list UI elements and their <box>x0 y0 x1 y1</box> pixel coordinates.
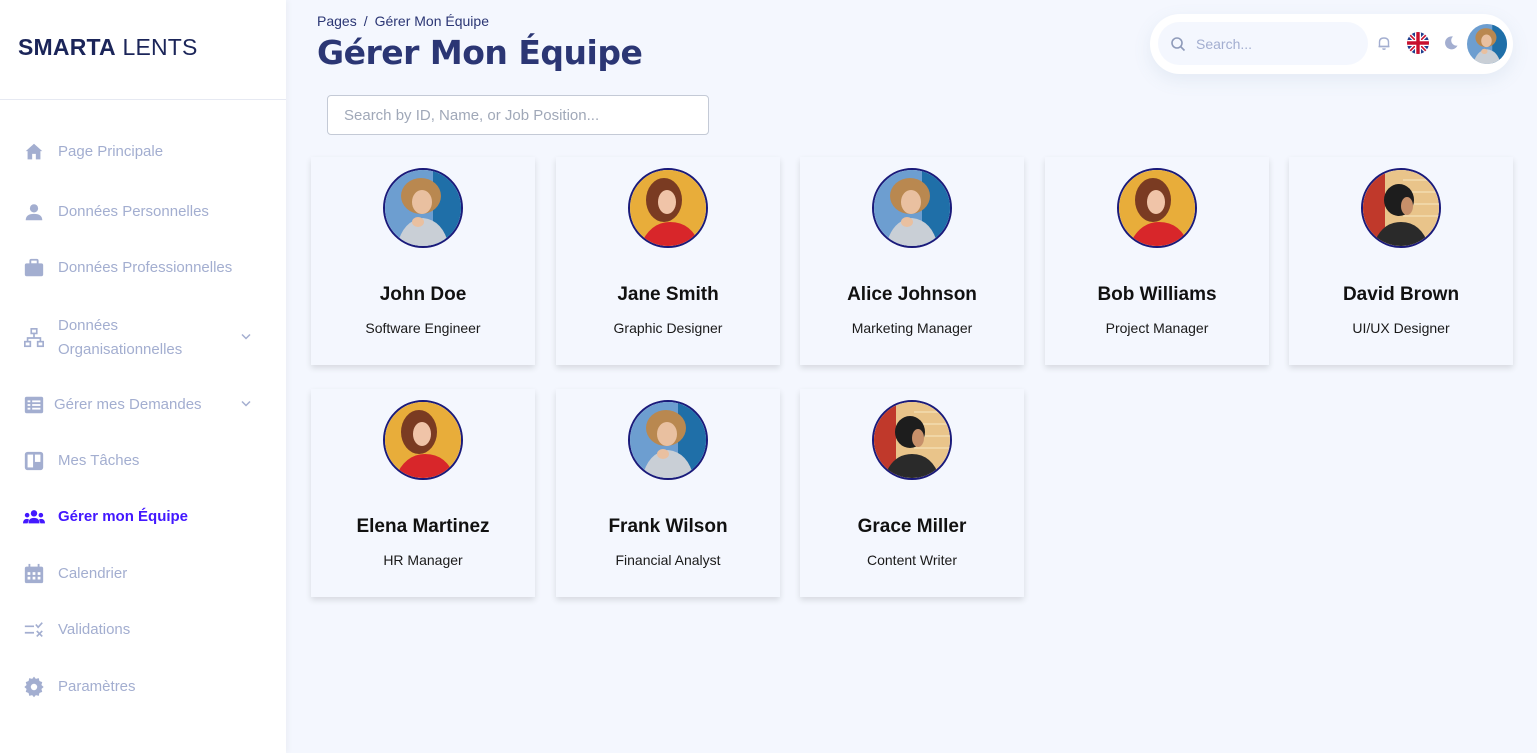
team-search-input[interactable] <box>328 96 708 134</box>
member-role: Software Engineer <box>365 320 481 336</box>
sidebar-item-page-principale[interactable]: Page Principale <box>22 140 272 164</box>
sidebar-item-mes-taches[interactable]: Mes Tâches <box>22 449 272 473</box>
sidebar-item-label: Paramètres <box>58 678 136 695</box>
user-avatar[interactable] <box>1467 24 1507 64</box>
member-name: Jane Smith <box>617 284 719 305</box>
breadcrumb-current: Gérer Mon Équipe <box>374 13 489 29</box>
member-card[interactable]: Elena Martinez HR Manager <box>311 389 535 597</box>
brand-bold: SMARTA <box>18 34 116 60</box>
member-card[interactable]: Frank Wilson Financial Analyst <box>556 389 780 597</box>
member-name: David Brown <box>1342 284 1460 305</box>
sidebar-item-label: Page Principale <box>58 143 164 160</box>
member-card[interactable]: David Brown UI/UX Designer <box>1289 157 1513 365</box>
member-role: Content Writer <box>867 552 957 568</box>
sidebar-item-gerer-mon-equipe[interactable]: Gérer mon Équipe <box>22 505 272 529</box>
member-card[interactable]: Alice Johnson Marketing Manager <box>800 157 1024 365</box>
search-icon <box>1170 36 1186 52</box>
page-title: Gérer Mon Équipe <box>317 33 643 72</box>
sidebar-divider <box>0 99 286 100</box>
calendar-icon <box>22 562 46 586</box>
member-avatar <box>1117 168 1197 248</box>
member-card[interactable]: John Doe Software Engineer <box>311 157 535 365</box>
sidebar-item-label: Gérer mon Équipe <box>58 508 189 525</box>
sidebar-item-label: Données Professionnelles <box>58 259 233 276</box>
list-icon <box>22 393 46 417</box>
home-icon <box>22 140 46 164</box>
sidebar-item-label: Calendrier <box>58 565 128 582</box>
member-name: John Doe <box>379 284 467 305</box>
org-chart-icon <box>22 326 46 350</box>
breadcrumb-separator: / <box>363 13 368 29</box>
sidebar: SMARTA LENTS Page Principale Données Per… <box>0 0 286 753</box>
bell-icon[interactable] <box>1376 35 1392 55</box>
global-search[interactable] <box>1158 22 1368 65</box>
member-avatar <box>628 168 708 248</box>
sidebar-item-label: Mes Tâches <box>58 452 140 469</box>
team-icon <box>22 505 46 529</box>
gear-icon <box>22 675 46 699</box>
uk-flag-icon[interactable] <box>1407 32 1429 54</box>
member-name: Alice Johnson <box>847 284 977 305</box>
member-role: Financial Analyst <box>615 552 721 568</box>
checklist-icon <box>22 618 46 642</box>
member-role: Project Manager <box>1105 320 1209 336</box>
member-card[interactable]: Grace Miller Content Writer <box>800 389 1024 597</box>
member-role: Graphic Designer <box>613 320 723 336</box>
member-name: Elena Martinez <box>356 516 490 537</box>
member-avatar <box>628 400 708 480</box>
team-search <box>327 95 709 135</box>
chevron-down-icon[interactable] <box>240 330 252 347</box>
person-icon <box>22 200 46 224</box>
member-avatar <box>383 168 463 248</box>
member-name: Bob Williams <box>1097 284 1217 305</box>
member-role: HR Manager <box>383 552 463 568</box>
sidebar-item-donnees-professionnelles[interactable]: Données Professionnelles <box>22 256 272 280</box>
sidebar-item-label: Données Organisationnelles <box>58 317 183 358</box>
member-card[interactable]: Bob Williams Project Manager <box>1045 157 1269 365</box>
moon-icon[interactable] <box>1443 35 1459 55</box>
chevron-down-icon[interactable] <box>240 397 252 414</box>
sidebar-item-parametres[interactable]: Paramètres <box>22 675 272 699</box>
breadcrumb-root[interactable]: Pages <box>317 13 357 29</box>
sidebar-item-calendrier[interactable]: Calendrier <box>22 562 272 586</box>
top-navbar <box>1150 14 1513 74</box>
sidebar-item-label: Validations <box>58 621 131 638</box>
brand-logo[interactable]: SMARTA LENTS <box>18 34 198 61</box>
sidebar-item-gerer-mes-demandes[interactable]: Gérer mes Demandes <box>22 393 272 417</box>
sidebar-item-validations[interactable]: Validations <box>22 618 272 642</box>
member-card[interactable]: Jane Smith Graphic Designer <box>556 157 780 365</box>
sidebar-item-donnees-personnelles[interactable]: Données Personnelles <box>22 200 272 224</box>
member-avatar <box>383 400 463 480</box>
member-role: Marketing Manager <box>851 320 973 336</box>
sidebar-item-donnees-organisationnelles[interactable]: Données Organisationnelles <box>22 314 272 362</box>
breadcrumb: Pages / Gérer Mon Équipe <box>317 13 489 29</box>
member-role: UI/UX Designer <box>1352 320 1450 336</box>
brand-light: LENTS <box>115 34 198 60</box>
briefcase-icon <box>22 256 46 280</box>
global-search-input[interactable] <box>1194 34 1358 53</box>
sidebar-item-label: Données Personnelles <box>58 203 209 220</box>
member-name: Frank Wilson <box>608 516 728 537</box>
member-name: Grace Miller <box>857 516 967 537</box>
member-avatar <box>872 400 952 480</box>
board-icon <box>22 449 46 473</box>
member-avatar <box>1361 168 1441 248</box>
sidebar-item-label: Gérer mes Demandes <box>54 396 202 413</box>
member-avatar <box>872 168 952 248</box>
